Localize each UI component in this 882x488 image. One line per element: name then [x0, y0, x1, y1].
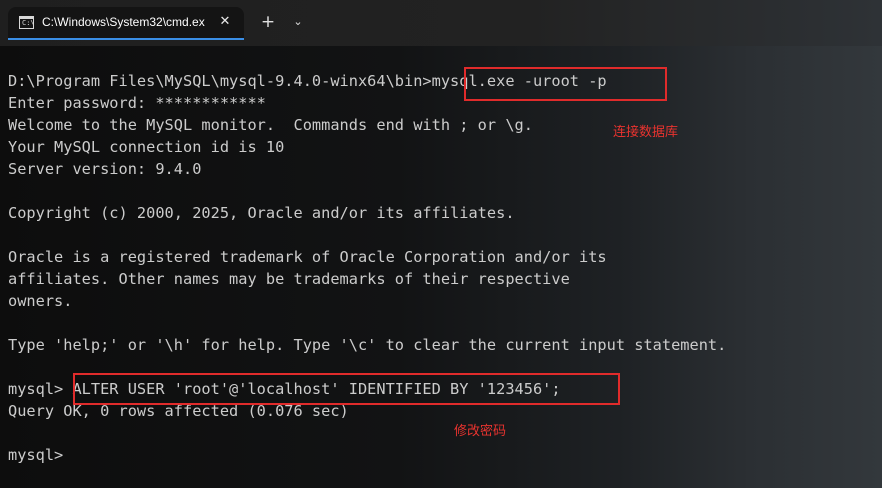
new-tab-button[interactable]: +	[258, 12, 278, 32]
tab-cmd[interactable]: C:\ C:\Windows\System32\cmd.ex ✕	[8, 7, 244, 40]
terminal-line: owners.	[8, 292, 73, 310]
terminal-output[interactable]: D:\Program Files\MySQL\mysql-9.4.0-winx6…	[8, 70, 878, 466]
terminal-line: Enter password: ************	[8, 94, 266, 112]
annotation-connect: 连接数据库	[613, 125, 679, 140]
chevron-down-icon[interactable]: ⌄	[289, 12, 307, 32]
alter-user-highlight	[73, 373, 620, 405]
terminal-prompt: mysql>	[8, 446, 64, 464]
tab-title: C:\Windows\System32\cmd.ex	[42, 15, 205, 29]
terminal-line: Server version: 9.4.0	[8, 160, 202, 178]
connect-command-highlight	[464, 67, 667, 101]
annotation-change-password: 修改密码	[454, 424, 507, 439]
terminal-line: Oracle is a registered trademark of Orac…	[8, 248, 607, 266]
cmd-icon: C:\	[19, 16, 35, 29]
terminal-line: D:\Program Files\MySQL\mysql-9.4.0-winx6…	[8, 72, 607, 90]
terminal-line: Your MySQL connection id is 10	[8, 138, 285, 156]
terminal-line: affiliates. Other names may be trademark…	[8, 270, 570, 288]
terminal-line: Welcome to the MySQL monitor. Commands e…	[8, 116, 533, 134]
close-icon[interactable]: ✕	[216, 13, 234, 31]
title-bar: C:\ C:\Windows\System32\cmd.ex ✕ + ⌄	[0, 0, 882, 46]
terminal-window: C:\ C:\Windows\System32\cmd.ex ✕ + ⌄ D:\…	[0, 0, 882, 488]
terminal-line: Copyright (c) 2000, 2025, Oracle and/or …	[8, 204, 515, 222]
terminal-line: Type 'help;' or '\h' for help. Type '\c'…	[8, 336, 727, 354]
